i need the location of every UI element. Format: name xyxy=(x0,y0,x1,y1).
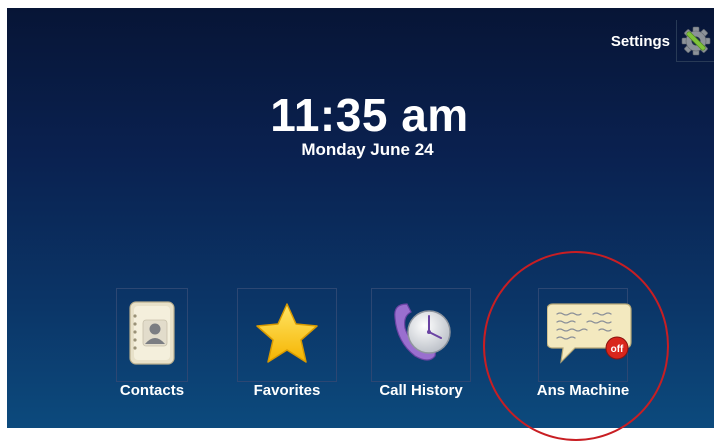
favorites-app[interactable]: Favorites xyxy=(237,286,337,406)
gear-icon[interactable] xyxy=(676,20,714,62)
call-history-app[interactable]: Call History xyxy=(371,286,471,406)
message-bubble-icon: off xyxy=(546,298,632,370)
date-display: Monday June 24 xyxy=(301,140,434,159)
home-screen: Settings 11:35 am Monday June 24 Contact… xyxy=(7,8,714,428)
clock: 11:35 am Monday June 24 xyxy=(7,90,714,160)
star-icon xyxy=(251,298,323,370)
contacts-app[interactable]: Contacts xyxy=(102,286,202,406)
phone-clock-icon xyxy=(385,298,457,370)
settings-button[interactable]: Settings xyxy=(611,16,714,66)
settings-label: Settings xyxy=(610,32,670,50)
off-badge: off xyxy=(611,344,624,355)
time-display: 11:35 am xyxy=(270,89,469,141)
call-history-label: Call History xyxy=(379,382,463,399)
contacts-book-icon xyxy=(116,298,188,370)
ans-machine-label: Ans Machine xyxy=(536,382,630,399)
ans-machine-app[interactable]: off Ans Machine xyxy=(533,286,633,406)
